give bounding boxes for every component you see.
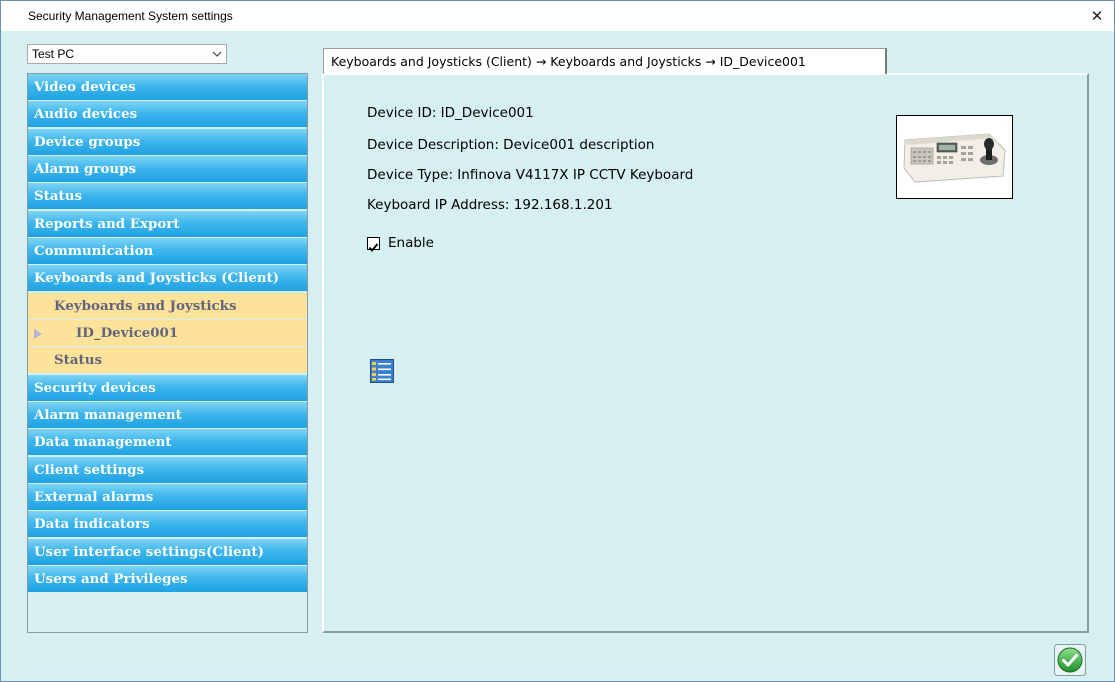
- nav-subitem-status[interactable]: Status: [28, 347, 307, 374]
- device-id-text: Device ID: ID_Device001: [367, 105, 534, 121]
- ok-confirm-button[interactable]: [1054, 644, 1086, 676]
- nav-item-keyboards-and-joysticks-client[interactable]: Keyboards and Joysticks (Client): [28, 265, 307, 292]
- title-bar: Security Management System settings ✕: [1, 1, 1114, 31]
- nav-subitem-id-device001[interactable]: ID_Device001: [28, 319, 307, 346]
- cctv-keyboard-image: [896, 115, 1013, 199]
- nav-item-data-indicators[interactable]: Data indicators: [28, 511, 307, 538]
- list-settings-icon[interactable]: [370, 359, 394, 383]
- close-icon: ✕: [1090, 7, 1104, 25]
- tab-breadcrumb[interactable]: Keyboards and Joysticks (Client) → Keybo…: [323, 48, 887, 74]
- device-type-text: Device Type: Infinova V4117X IP CCTV Key…: [367, 167, 694, 183]
- settings-window: Security Management System settings ✕ Te…: [0, 0, 1115, 682]
- window-title: Security Management System settings: [28, 9, 233, 23]
- nav-item-alarm-management[interactable]: Alarm management: [28, 401, 307, 428]
- nav-item-users-and-privileges[interactable]: Users and Privileges: [28, 565, 307, 592]
- nav-item-security-devices[interactable]: Security devices: [28, 374, 307, 401]
- pc-select-dropdown[interactable]: Test PC: [27, 44, 227, 64]
- pc-select-value: Test PC: [32, 47, 75, 61]
- nav-item-communication[interactable]: Communication: [28, 237, 307, 264]
- nav-item-video-devices[interactable]: Video devices: [28, 74, 307, 100]
- close-button[interactable]: ✕: [1086, 5, 1108, 27]
- navigation-tree: Video devices Audio devices Device group…: [27, 73, 308, 633]
- enable-checkbox[interactable]: [367, 237, 380, 252]
- nav-item-client-settings[interactable]: Client settings: [28, 456, 307, 483]
- enable-label: Enable: [388, 235, 434, 251]
- nav-item-data-management[interactable]: Data management: [28, 429, 307, 456]
- nav-item-external-alarms[interactable]: External alarms: [28, 483, 307, 510]
- nav-subitem-keyboards-and-joysticks[interactable]: Keyboards and Joysticks: [28, 292, 307, 319]
- keyboard-device-icon: [903, 133, 1006, 183]
- selected-arrow-icon: [34, 328, 42, 339]
- nav-item-user-interface-settings-client[interactable]: User interface settings(Client): [28, 538, 307, 565]
- keyboard-ip-text: Keyboard IP Address: 192.168.1.201: [367, 197, 613, 213]
- nav-item-alarm-groups[interactable]: Alarm groups: [28, 155, 307, 182]
- nav-item-reports-and-export[interactable]: Reports and Export: [28, 210, 307, 237]
- checkmark-icon: [368, 243, 379, 252]
- nav-item-device-groups[interactable]: Device groups: [28, 128, 307, 155]
- nav-item-status[interactable]: Status: [28, 183, 307, 210]
- nav-subitem-id-device001-label: ID_Device001: [76, 324, 179, 341]
- chevron-down-icon: [212, 51, 222, 57]
- nav-item-audio-devices[interactable]: Audio devices: [28, 101, 307, 128]
- device-description-text: Device Description: Device001 descriptio…: [367, 137, 655, 153]
